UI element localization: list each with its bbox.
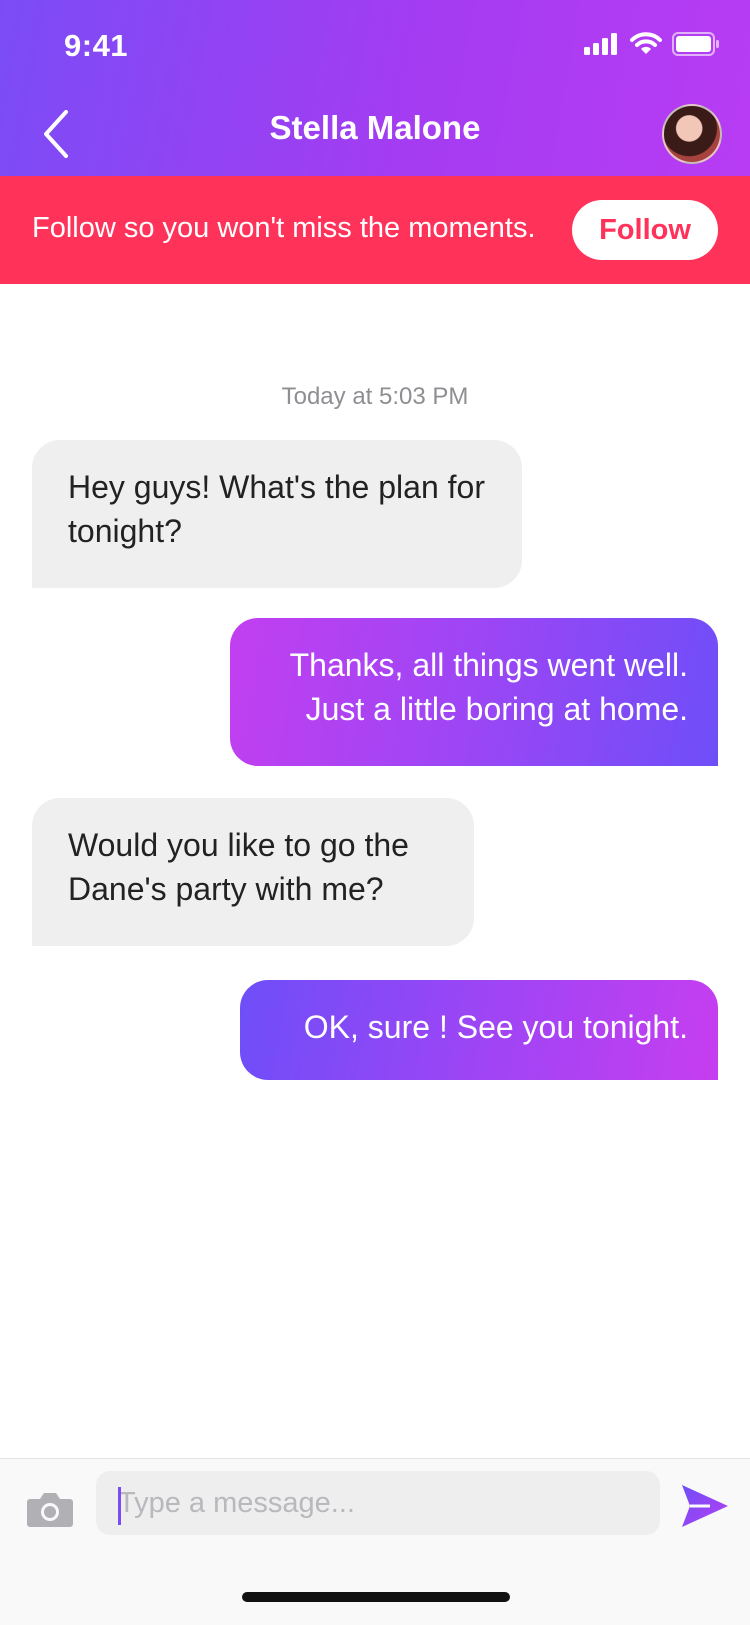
contact-name: Stella Malone: [269, 109, 481, 146]
message-input[interactable]: [96, 1471, 660, 1535]
wifi-icon: [630, 32, 662, 54]
send-icon[interactable]: [680, 1483, 730, 1529]
text-caret: [118, 1487, 121, 1525]
status-time: 9:41: [64, 28, 129, 63]
follow-banner-text: Follow so you won't miss the moments.: [32, 212, 536, 244]
battery-icon: [672, 32, 719, 56]
signal-icon: [584, 33, 617, 55]
home-indicator: [242, 1592, 510, 1602]
chat-header: 9:41 Stella Malone: [0, 0, 750, 176]
avatar[interactable]: [662, 104, 722, 164]
message-bubble-outgoing[interactable]: OK, sure ! See you tonight.: [240, 980, 718, 1080]
chat-timestamp: Today at 5:03 PM: [281, 383, 469, 410]
message-bubble-incoming[interactable]: Would you like to go the Dane's party wi…: [32, 798, 474, 946]
message-bubble-incoming[interactable]: Hey guys! What's the plan for tonight?: [32, 440, 522, 588]
camera-icon[interactable]: [26, 1489, 74, 1529]
message-bubble-outgoing[interactable]: Thanks, all things went well. Just a lit…: [230, 618, 718, 766]
follow-button[interactable]: Follow: [572, 200, 718, 260]
status-icons: [584, 32, 720, 56]
follow-banner: Follow so you won't miss the moments. Fo…: [0, 176, 750, 284]
composer-bar: [0, 1458, 750, 1625]
